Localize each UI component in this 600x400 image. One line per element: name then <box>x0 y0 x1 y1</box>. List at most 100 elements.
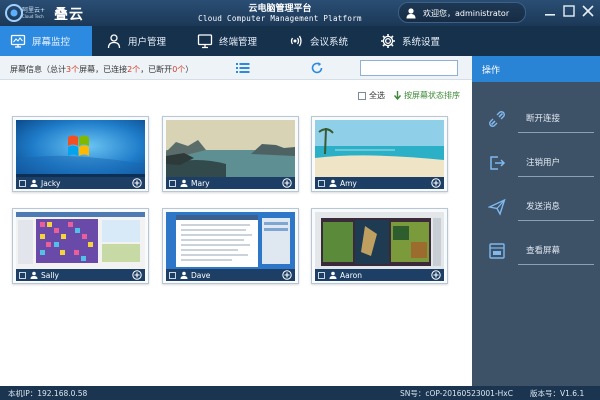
screen-thumbnail-amy[interactable]: Amy <box>311 116 448 192</box>
screen-caption: Sally <box>16 269 145 281</box>
screen-select-checkbox[interactable] <box>318 179 325 187</box>
screen-thumbnail-jacky[interactable]: Jacky <box>12 116 149 192</box>
logo-product-name: 叠云 <box>54 7 84 23</box>
app-logo: 阿里云+ Cloud Tech 叠云 <box>4 3 94 23</box>
screen-caption: Dave <box>166 269 295 281</box>
title-bar: 阿里云+ Cloud Tech 叠云 云电脑管理平台 Cloud Compute… <box>0 0 600 26</box>
connected-count: 2个 <box>127 65 141 74</box>
tab-user-management[interactable]: 用户管理 <box>106 26 186 56</box>
screen-preview-image <box>166 212 295 270</box>
tab-label: 会议系统 <box>310 37 349 48</box>
zoom-in-icon[interactable] <box>132 178 142 188</box>
select-all-checkbox[interactable]: 全选 <box>358 90 385 101</box>
sort-label: 按屏幕状态排序 <box>404 91 460 100</box>
user-avatar-icon <box>406 8 416 19</box>
cloud-logo-icon <box>5 4 23 22</box>
screen-user-name: Jacky <box>41 178 61 188</box>
divider <box>518 264 594 265</box>
screen-thumbnail-dave[interactable]: Dave <box>162 208 299 284</box>
screen-preview-image <box>315 212 444 270</box>
checkbox[interactable] <box>358 91 366 100</box>
zoom-in-icon[interactable] <box>431 178 441 188</box>
user-icon <box>107 34 121 49</box>
screen-info-summary: 屏幕信息（总计3个屏幕，已连接2个，已断开0个） <box>10 64 193 75</box>
operation-panel-header: 操作 <box>472 56 600 82</box>
user-icon <box>329 179 337 187</box>
select-all-label: 全选 <box>369 91 385 100</box>
tab-label: 用户管理 <box>128 37 167 48</box>
screen-select-checkbox[interactable] <box>19 179 26 187</box>
send-message-button[interactable]: 发送消息 <box>472 188 600 228</box>
divider <box>518 176 594 177</box>
total-count: 3个 <box>66 65 80 74</box>
send-message-icon <box>488 198 506 216</box>
view-screen-icon <box>489 243 505 259</box>
sort-by-status-link[interactable]: 按屏幕状态排序 <box>394 90 460 101</box>
tab-meeting-system[interactable]: 会议系统 <box>288 26 368 56</box>
screen-monitor-panel: 屏幕信息（总计3个屏幕，已连接2个，已断开0个） 全选 按屏幕状态排序 Jack… <box>0 56 472 386</box>
app-title-cn: 云电脑管理平台 <box>248 4 312 14</box>
screen-user-name: Aaron <box>340 270 362 280</box>
action-label: 查看屏幕 <box>526 246 561 256</box>
user-icon <box>180 271 188 279</box>
user-account-box[interactable]: 欢迎您，administrator <box>398 2 526 23</box>
screen-caption: Mary <box>166 177 295 189</box>
info-mid1: 屏幕，已连接 <box>79 65 128 74</box>
zoom-in-icon[interactable] <box>282 270 292 280</box>
main-menu: 屏幕监控 用户管理 终端管理 会议系统 系统设置 <box>0 26 600 56</box>
screen-select-checkbox[interactable] <box>19 271 26 279</box>
screen-user-name: Mary <box>191 178 210 188</box>
close-icon[interactable] <box>580 3 596 19</box>
action-label: 注销用户 <box>526 158 561 168</box>
app-title-en: Cloud Computer Management Platform <box>198 14 362 23</box>
screen-select-checkbox[interactable] <box>169 271 176 279</box>
info-suffix: ） <box>185 65 194 74</box>
terminal-monitor-icon <box>197 34 213 49</box>
user-icon <box>30 271 38 279</box>
search-input[interactable] <box>361 61 457 75</box>
screen-preview-image <box>16 212 145 270</box>
version-number: 版本号：V1.6.1 <box>530 389 585 398</box>
info-mid2: ，已断开 <box>140 65 173 74</box>
tab-terminal-management[interactable]: 终端管理 <box>197 26 277 56</box>
tab-label: 终端管理 <box>219 37 258 48</box>
screen-select-checkbox[interactable] <box>169 179 176 187</box>
screen-caption: Aaron <box>315 269 444 281</box>
maximize-icon[interactable] <box>561 3 577 19</box>
screen-thumbnail-aaron[interactable]: Aaron <box>311 208 448 284</box>
tab-screen-monitor[interactable]: 屏幕监控 <box>0 26 92 56</box>
screen-user-name: Sally <box>41 270 59 280</box>
local-ip: 本机IP：192.168.0.58 <box>8 389 88 398</box>
screen-preview-image <box>315 120 444 178</box>
tab-system-settings[interactable]: 系统设置 <box>380 26 470 56</box>
refresh-icon[interactable] <box>310 61 324 75</box>
view-screen-button[interactable]: 查看屏幕 <box>472 232 600 272</box>
broadcast-icon <box>290 35 302 47</box>
divider <box>518 132 594 133</box>
screen-caption: Amy <box>315 177 444 189</box>
logout-user-button[interactable]: 注销用户 <box>472 144 600 184</box>
logout-icon <box>490 156 506 170</box>
zoom-in-icon[interactable] <box>282 178 292 188</box>
monitor-screen-icon <box>10 34 26 48</box>
screen-toolbar: 屏幕信息（总计3个屏幕，已连接2个，已断开0个） <box>0 56 472 80</box>
welcome-user-text: 欢迎您，administrator <box>423 9 510 18</box>
screen-select-checkbox[interactable] <box>318 271 325 279</box>
tab-label: 系统设置 <box>402 37 441 48</box>
logo-brand-text: 阿里云+ <box>22 7 46 14</box>
zoom-in-icon[interactable] <box>431 270 441 280</box>
status-bar: 本机IP：192.168.0.58 SN号：cOP-20160523001-Hx… <box>0 386 600 400</box>
sort-row: 全选 按屏幕状态排序 <box>0 84 472 100</box>
disconnected-count: 0个 <box>172 65 186 74</box>
screen-thumbnail-sally[interactable]: Sally <box>12 208 149 284</box>
gear-icon <box>381 34 395 48</box>
list-view-icon[interactable] <box>236 62 250 74</box>
app-title: 云电脑管理平台 Cloud Computer Management Platfo… <box>180 1 380 23</box>
search-box[interactable] <box>360 60 458 76</box>
zoom-in-icon[interactable] <box>132 270 142 280</box>
disconnect-button[interactable]: 断开连接 <box>472 100 600 140</box>
logo-brand-subtext: Cloud Tech <box>22 14 44 19</box>
screen-thumbnail-mary[interactable]: Mary <box>162 116 299 192</box>
screen-preview-image <box>16 120 145 178</box>
minimize-icon[interactable] <box>542 3 558 19</box>
